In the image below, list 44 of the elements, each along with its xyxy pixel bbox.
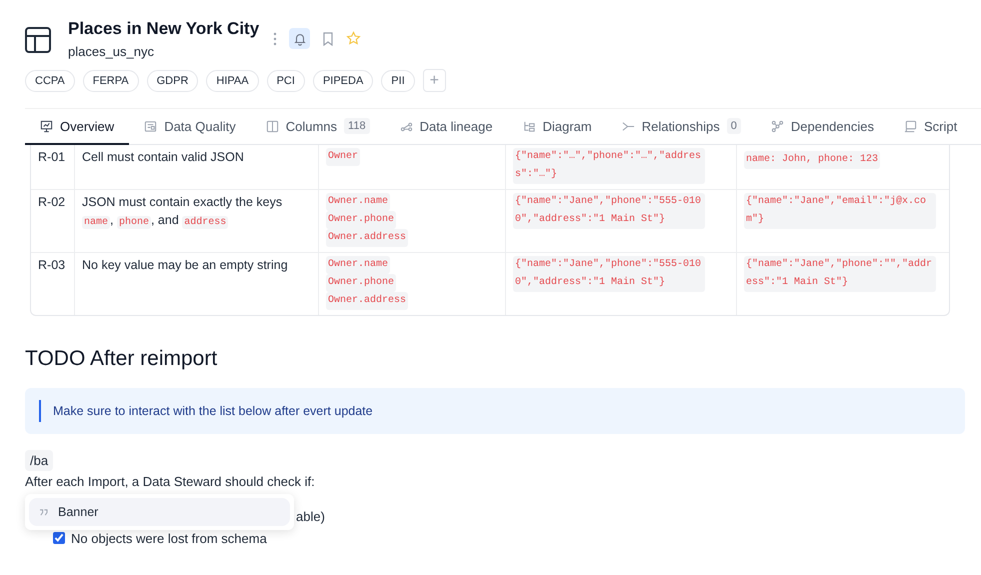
column-ref: Owner.phone <box>326 211 396 229</box>
tag-chip[interactable]: HIPAA <box>206 70 259 92</box>
column-ref: Owner.phone <box>326 274 396 292</box>
valid-example: {"name":"Jane","phone":"555-0100","address":"1 Main St"} <box>513 193 705 229</box>
tag-chip[interactable]: GDPR <box>146 70 198 92</box>
rule-id: R-01 <box>38 150 66 164</box>
tab[interactable]: Data Quality <box>129 109 251 145</box>
banner-text: Make sure to interact with the list below after evert update <box>39 400 951 422</box>
tab[interactable]: Overview <box>25 109 130 145</box>
invalid-example: {"name":"Jane","email":"j@x.com"} <box>744 193 936 229</box>
tag-chip[interactable]: PII <box>381 70 415 92</box>
invalid-example: {"name":"Jane","phone":"","address":"1 Main St"} <box>744 256 936 292</box>
tag-chip[interactable]: PIPEDA <box>312 70 374 92</box>
tag-chip[interactable]: CCPA <box>25 70 75 92</box>
valid-example: {"name":"…","phone":"…","address":"…"} <box>513 148 705 184</box>
rule-text: No key value may be an empty string <box>82 257 289 274</box>
tab[interactable]: Diagram <box>508 109 607 145</box>
checklist-text: No objects were lost from schema <box>71 530 267 546</box>
checklist-text: able) <box>296 508 325 524</box>
tab-count: 118 <box>344 118 370 134</box>
table-name: places_us_nyc <box>68 44 155 59</box>
tag-chip[interactable]: PCI <box>266 70 305 92</box>
tab[interactable]: Relationships 0 <box>606 109 756 145</box>
column-ref: Owner.address <box>326 292 408 310</box>
tab[interactable]: Script <box>889 109 972 145</box>
intro-text: After each Import, a Data Steward should check if: <box>25 474 316 489</box>
section-heading: TODO After reimport <box>25 347 218 371</box>
column-ref: Owner.address <box>326 229 408 247</box>
column-ref: Owner.name <box>326 193 390 211</box>
menu-item[interactable]: Banner <box>29 498 290 526</box>
rule-id: R-02 <box>38 195 66 209</box>
rule-text: Cell must contain valid JSON <box>82 149 245 166</box>
page-title: Places in New York City <box>68 18 260 40</box>
tab[interactable]: Dependencies <box>756 109 889 145</box>
tab[interactable]: Columns 118 <box>250 109 385 145</box>
valid-example: {"name":"Jane","phone":"555-0100","address":"1 Main St"} <box>513 256 705 292</box>
invalid-example: name: John, phone: 123 <box>744 151 880 169</box>
column-ref: Owner <box>326 148 360 166</box>
tab[interactable]: Data lineage <box>384 109 508 145</box>
slash-command-input[interactable]: /ba <box>25 450 54 471</box>
rule-id: R-03 <box>38 258 66 272</box>
column-ref: Owner.name <box>326 256 390 274</box>
tag-chip[interactable]: FERPA <box>82 70 139 92</box>
tab-count: 0 <box>726 118 741 134</box>
